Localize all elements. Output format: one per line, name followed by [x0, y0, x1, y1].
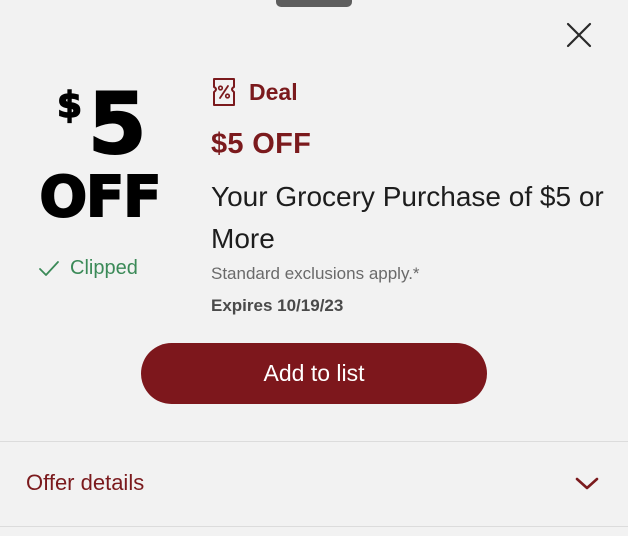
- close-button[interactable]: [562, 18, 596, 52]
- offer-type: Deal: [211, 77, 298, 107]
- badge-amount: 5: [87, 75, 147, 173]
- offer-expiration: Expires 10/19/23: [211, 296, 344, 315]
- drag-handle[interactable]: [276, 0, 352, 7]
- coupon-icon: [213, 78, 235, 106]
- badge-off-text: OFF: [38, 165, 162, 230]
- clipped-status: Clipped: [38, 257, 138, 280]
- discount-badge: $ 5 OFF: [20, 75, 180, 230]
- offer-description: Your Grocery Purchase of $5 or More: [211, 181, 604, 254]
- offer-details-label: Offer details: [26, 470, 145, 495]
- checkmark-icon: [39, 260, 59, 276]
- chevron-down-icon: [575, 477, 599, 490]
- offer-type-label: Deal: [249, 78, 298, 105]
- offer-exclusions: Standard exclusions apply.*: [211, 264, 420, 283]
- divider: [0, 526, 628, 527]
- close-icon: [566, 22, 592, 48]
- clipped-label: Clipped: [70, 257, 138, 279]
- offer-details-toggle[interactable]: Offer details: [0, 442, 628, 526]
- badge-currency: $: [56, 85, 83, 126]
- add-to-list-button[interactable]: Add to list: [141, 343, 487, 404]
- offer-title: $5 OFF: [211, 128, 312, 160]
